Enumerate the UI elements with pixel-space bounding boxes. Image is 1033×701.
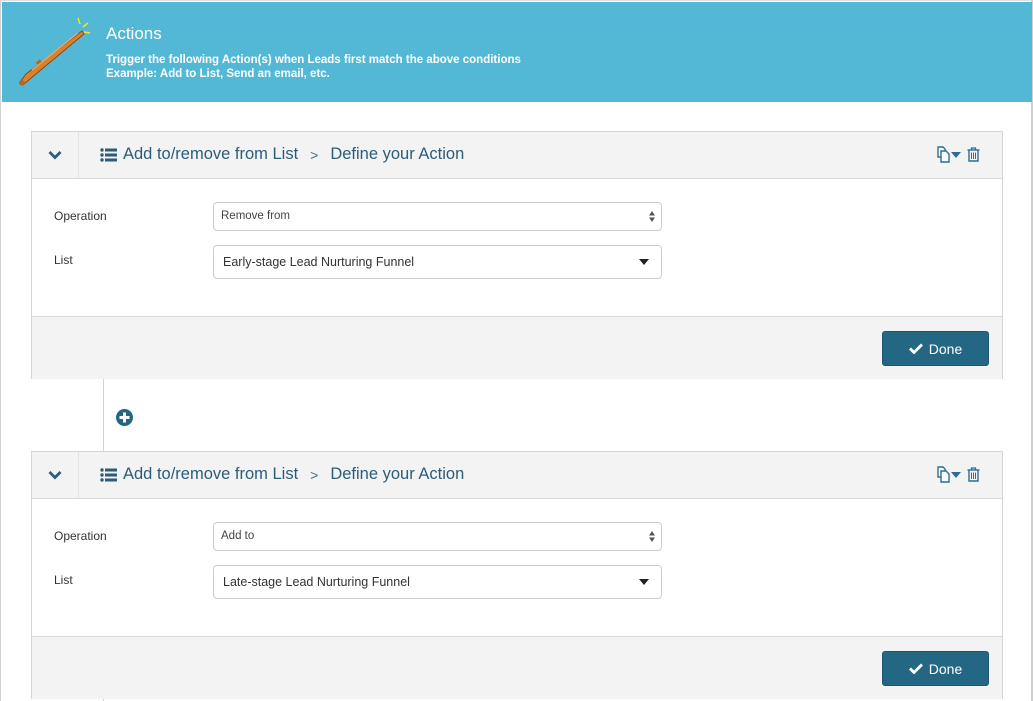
breadcrumb-action-type[interactable]: Add to/remove from List	[123, 465, 298, 484]
list-label: List	[54, 253, 73, 267]
header-example: Example: Add to List, Send an email, etc…	[106, 68, 330, 80]
breadcrumb-current-step: Define your Action	[330, 465, 465, 483]
breadcrumb: Add to/remove from List > Define your Ac…	[100, 465, 464, 484]
operation-select[interactable]: Add to	[213, 522, 662, 551]
breadcrumb-separator: >	[310, 466, 319, 483]
operation-label: Operation	[54, 209, 107, 223]
list-value: Late-stage Lead Nurturing Funnel	[223, 575, 410, 589]
action-card-footer: Done	[32, 636, 1002, 699]
action-form: Operation Remove from List Early-stage L…	[32, 179, 1002, 316]
breadcrumb-current-step: Define your Action	[330, 145, 465, 163]
action-tools	[934, 466, 980, 483]
list-icon	[100, 147, 117, 162]
operation-value: Remove from	[221, 210, 291, 222]
trash-icon	[967, 467, 980, 482]
checkmark-icon	[908, 663, 923, 674]
list-label: List	[54, 573, 73, 587]
caret-down-icon	[639, 579, 649, 585]
operation-label: Operation	[54, 529, 107, 543]
plus-circle-icon[interactable]	[116, 409, 133, 426]
breadcrumb: Add to/remove from List > Define your Ac…	[100, 145, 464, 164]
action-card: Add to/remove from List > Define your Ac…	[31, 131, 1003, 379]
chevron-down-icon	[48, 151, 62, 160]
breadcrumb-action-type[interactable]: Add to/remove from List	[123, 145, 298, 164]
done-label: Done	[928, 660, 963, 677]
collapse-button[interactable]	[32, 132, 79, 178]
delete-button[interactable]	[967, 467, 980, 482]
header-title: Actions	[106, 24, 162, 43]
action-card-footer: Done	[32, 316, 1002, 379]
action-card: Add to/remove from List > Define your Ac…	[31, 451, 1003, 699]
magic-wand-icon	[19, 17, 91, 86]
done-label: Done	[928, 340, 963, 357]
copy-dropdown-button[interactable]	[934, 146, 961, 163]
connector-line	[103, 379, 104, 451]
delete-button[interactable]	[967, 147, 980, 162]
copy-dropdown-button[interactable]	[934, 466, 961, 483]
action-form: Operation Add to List Late-stage Lead Nu…	[32, 499, 1002, 636]
operation-value: Add to	[221, 530, 255, 542]
select-arrows-icon	[649, 211, 655, 222]
operation-select[interactable]: Remove from	[213, 202, 662, 231]
trash-icon	[967, 147, 980, 162]
actions-header: Actions Trigger the following Action(s) …	[2, 2, 1032, 102]
list-icon	[100, 467, 117, 482]
select-arrows-icon	[649, 531, 655, 542]
header-description: Trigger the following Action(s) when Lea…	[106, 54, 521, 66]
checkmark-icon	[908, 343, 923, 354]
actions-panel: Actions Trigger the following Action(s) …	[0, 0, 1033, 701]
list-select[interactable]: Late-stage Lead Nurturing Funnel	[213, 565, 662, 599]
list-value: Early-stage Lead Nurturing Funnel	[223, 255, 415, 269]
caret-down-icon	[951, 471, 961, 478]
caret-down-icon	[951, 151, 961, 158]
action-tools	[934, 146, 980, 163]
collapse-button[interactable]	[32, 452, 79, 498]
copy-icon	[937, 466, 950, 483]
action-card-header: Add to/remove from List > Define your Ac…	[32, 452, 1002, 499]
copy-icon	[937, 146, 950, 163]
action-card-header: Add to/remove from List > Define your Ac…	[32, 132, 1002, 179]
done-button[interactable]: Done	[882, 331, 989, 366]
list-select[interactable]: Early-stage Lead Nurturing Funnel	[213, 245, 662, 279]
caret-down-icon	[639, 259, 649, 265]
chevron-down-icon	[48, 471, 62, 480]
breadcrumb-separator: >	[310, 146, 319, 163]
done-button[interactable]: Done	[882, 651, 989, 686]
